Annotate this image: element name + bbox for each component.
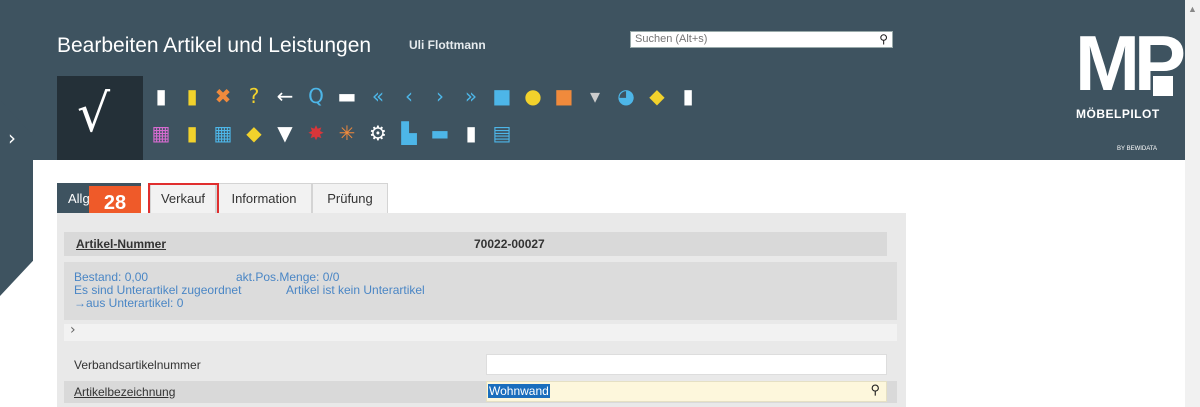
from-subarticle-text: →aus Unterartikel: 0 [74,296,184,310]
back-icon[interactable]: ← [273,84,297,108]
new-document-icon[interactable]: ▮ [149,84,173,108]
tab-information[interactable]: Information [216,183,312,213]
user-name: Uli Flottmann [409,38,486,52]
screw-icon[interactable]: ▾ [583,84,607,108]
checkmark-icon: √ [77,84,111,144]
logo-subtitle: BY BEWIDATA [1117,146,1158,152]
association-number-label: Verbandsartikelnummer [74,358,201,372]
edit-icon[interactable]: ▮ [180,121,204,145]
delete-icon[interactable]: ✖ [211,84,235,108]
tab-label: Prüfung [327,191,373,206]
chevron-right-icon[interactable]: › [70,322,76,338]
tab-label: Information [231,191,297,206]
vbs-icon[interactable]: ▼ [273,121,297,145]
first-record-icon[interactable]: « [366,84,390,108]
flag-icon[interactable]: ✸ [304,121,328,145]
tag-icon[interactable]: ◆ [645,84,669,108]
association-number-field[interactable] [486,354,887,375]
app-header [0,0,1185,160]
stock-info-box: Bestand: 0,00 akt.Pos.Menge: 0/0 Es sind… [64,262,897,320]
article-number-label[interactable]: Artikel-Nummer [76,237,166,251]
previous-record-icon[interactable]: ‹ [397,84,421,108]
article-name-label[interactable]: Artikelbezeichnung [74,385,175,399]
page-title: Bearbeiten Artikel und Leistungen [57,34,372,57]
chevron-right-icon[interactable]: › [8,126,16,150]
article-number-value: 70022-00027 [474,237,545,251]
network-icon[interactable]: ✳ [335,121,359,145]
package-icon[interactable]: ■ [552,84,576,108]
gear-icon[interactable]: ⚙ [366,121,390,145]
tab-label: Allg [68,191,90,206]
stock-text: Bestand: 0,00 [74,270,149,284]
not-subarticle-text: Artikel ist kein Unterartikel [286,283,425,297]
article-name-field[interactable]: Wohnwand ⚲ [486,381,887,402]
search-input[interactable] [635,33,865,45]
search-icon[interactable]: ⚲ [879,32,888,46]
calendar-01-icon[interactable]: ▦ [149,121,173,145]
factory-icon[interactable]: ▙ [397,121,421,145]
documents-icon[interactable]: ▮ [676,84,700,108]
truck-icon[interactable]: ▬ [428,121,452,145]
print-icon[interactable]: ▬ [335,84,359,108]
article-name-value: Wohnwand [488,384,550,398]
tab-highlight-frame [148,183,219,215]
chart-icon[interactable]: ◕ [614,84,638,108]
subarticles-assigned-text: Es sind Unterartikel zugeordnet [74,283,242,297]
sticker-icon[interactable]: ◆ [242,121,266,145]
save-confirm-button[interactable]: √ [57,76,143,160]
search-icon[interactable]: Q [304,84,328,108]
next-record-icon[interactable]: › [428,84,452,108]
help-icon[interactable]: ? [242,84,266,108]
copy-document-icon[interactable]: ▮ [180,84,204,108]
expand-section[interactable]: › [64,322,897,341]
logo-dot [1153,76,1173,96]
article-number-row: Artikel-Nummer 70022-00027 [64,232,887,256]
contact-card-icon[interactable]: ▤ [490,121,514,145]
tab-pruefung[interactable]: Prüfung [312,183,388,213]
position-quantity-text: akt.Pos.Menge: 0/0 [236,270,340,284]
logo-brand-text: MÖBELPILOT [1076,107,1160,121]
scroll-up-arrow-icon[interactable]: ▲ [1188,4,1197,14]
calendar-30-icon[interactable]: ▦ [211,121,235,145]
lookup-search-icon[interactable]: ⚲ [870,382,880,398]
coins-icon[interactable]: ● [521,84,545,108]
vertical-scrollbar[interactable] [1185,0,1200,407]
global-search[interactable]: ⚲ [630,31,893,48]
doc-tag-icon[interactable]: ▮ [459,121,483,145]
boxes-icon[interactable]: ■ [490,84,514,108]
last-record-icon[interactable]: » [459,84,483,108]
